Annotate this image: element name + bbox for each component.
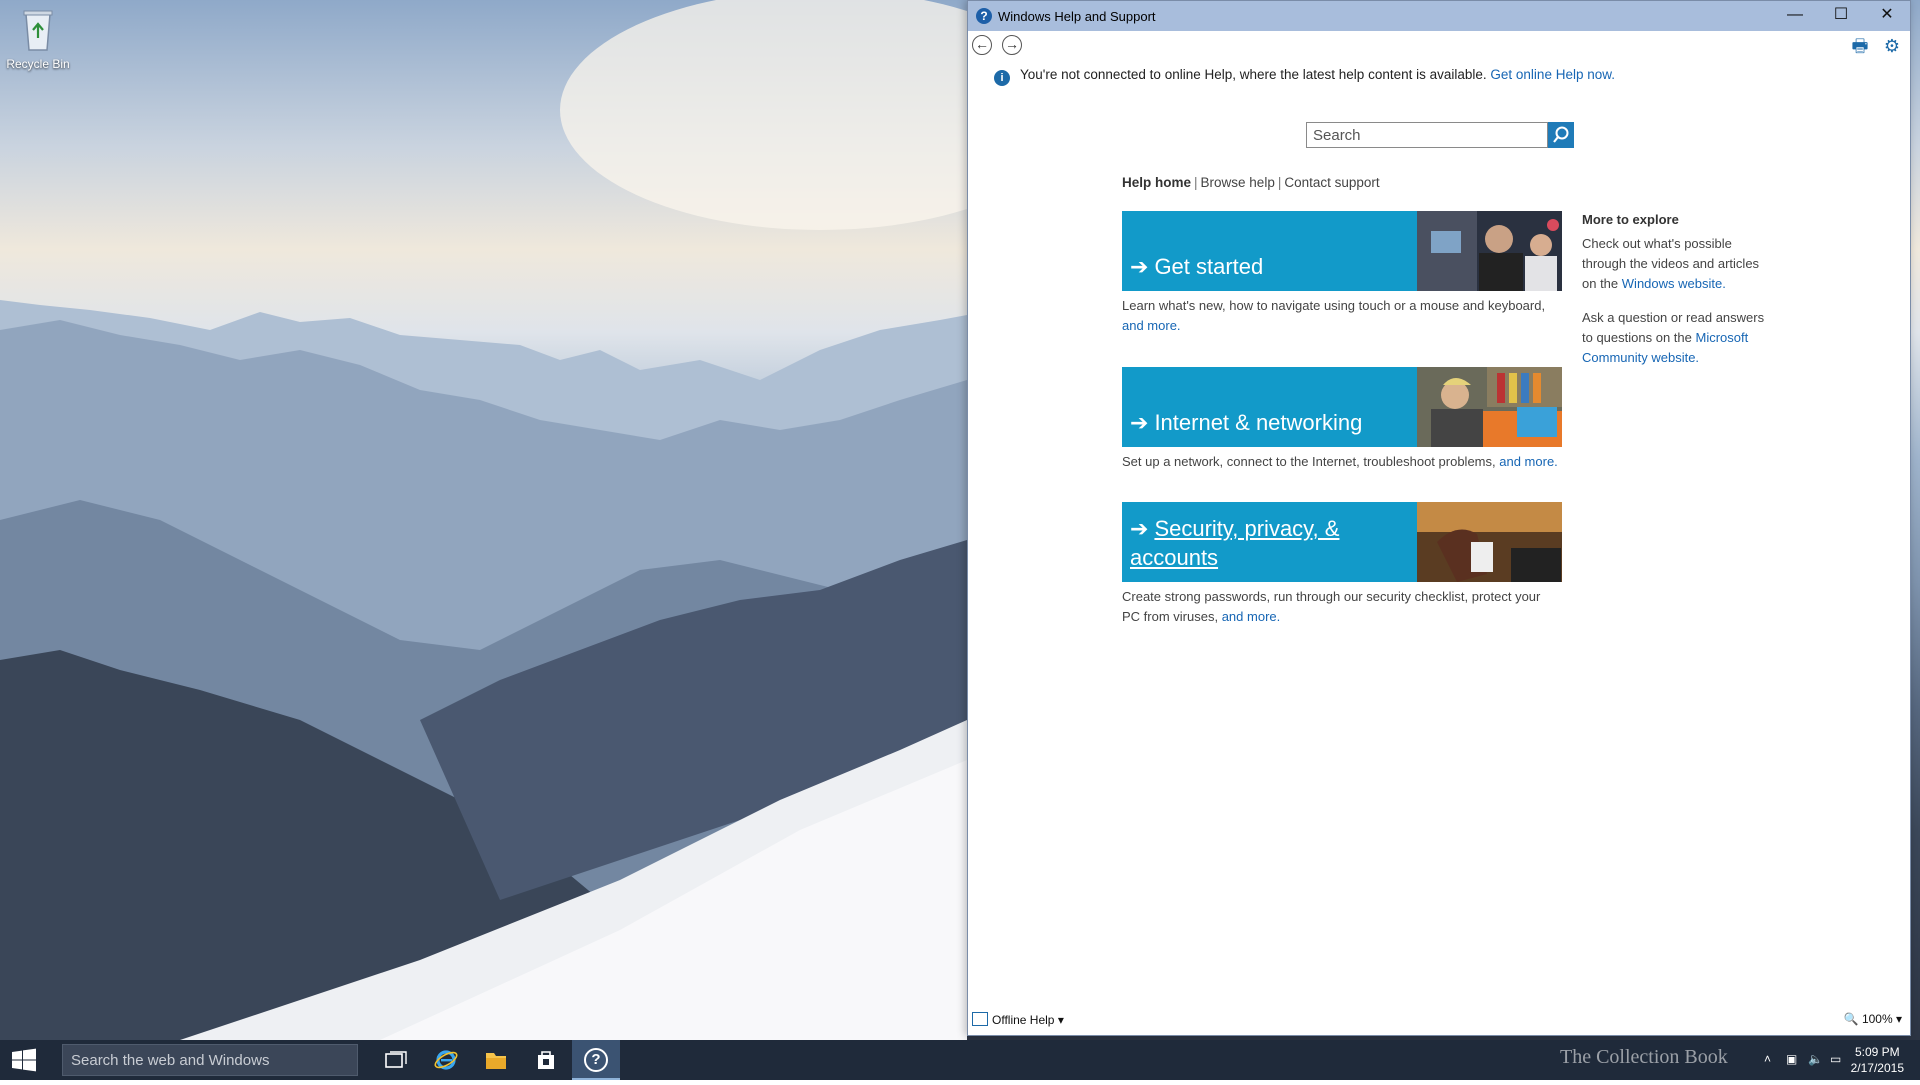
recycle-bin-icon <box>23 10 53 51</box>
help-app-icon: ? <box>976 8 992 24</box>
folder-icon <box>486 1052 506 1069</box>
more-to-explore-panel: More to explore Check out what's possibl… <box>1582 210 1772 382</box>
task-view-icon <box>385 1051 407 1068</box>
help-home-link[interactable]: Help home <box>1122 175 1191 190</box>
arrow-icon: ➔ <box>1130 410 1149 435</box>
explore-heading: More to explore <box>1582 212 1679 227</box>
contact-support-link[interactable]: Contact support <box>1284 175 1379 190</box>
nav-separator: | <box>1277 175 1282 190</box>
mountain-landscape <box>0 0 967 1040</box>
info-icon: i <box>994 70 1010 86</box>
search-button[interactable] <box>1548 122 1574 148</box>
file-explorer-button[interactable] <box>472 1040 520 1080</box>
start-button[interactable] <box>0 1040 48 1080</box>
watermark-text: The Collection Book <box>1560 1046 1728 1068</box>
action-center-icon[interactable]: ▭ <box>1830 1052 1846 1068</box>
clock-date: 2/17/2015 <box>1850 1061 1904 1075</box>
explore-windows-paragraph: Check out what's possible through the vi… <box>1582 236 1760 291</box>
search-icon <box>1553 126 1569 143</box>
nav-separator: | <box>1194 175 1198 190</box>
clock[interactable]: 5:09 PM 2/17/2015 <box>1851 1044 1904 1076</box>
internet-networking-description: Set up a network, connect to the Interne… <box>1122 454 1558 469</box>
get-started-more-link[interactable]: and more. <box>1122 318 1181 333</box>
network-icon[interactable]: ▣ <box>1786 1052 1802 1068</box>
security-privacy-photo <box>1417 502 1562 582</box>
gear-icon[interactable]: ⚙ <box>1882 36 1902 56</box>
close-button[interactable]: ✕ <box>1864 1 1910 31</box>
search-input[interactable] <box>1306 122 1548 148</box>
offline-help-dropdown[interactable]: Offline Help ▾ <box>972 1012 1064 1027</box>
show-hidden-icons-icon[interactable]: ˄ <box>1764 1052 1780 1068</box>
get-started-tile[interactable]: ➔ Get started <box>1122 211 1562 291</box>
internet-explorer-icon <box>434 1050 458 1070</box>
store-button[interactable] <box>522 1040 570 1080</box>
tile-label: ➔ Security, privacy, & accounts <box>1130 516 1340 570</box>
info-message: You're not connected to online Help, whe… <box>1020 67 1487 82</box>
tile-label: ➔ Get started <box>1130 254 1264 279</box>
title-bar[interactable]: ? Windows Help and Support — ☐ ✕ <box>968 1 1910 31</box>
maximize-button[interactable]: ☐ <box>1818 1 1864 31</box>
get-started-photo <box>1417 211 1562 291</box>
task-view-button[interactable] <box>372 1040 420 1080</box>
back-arrow-icon[interactable]: ← <box>972 35 992 55</box>
zoom-dropdown[interactable]: 🔍 100% ▾ <box>1844 1012 1902 1026</box>
internet-networking-tile[interactable]: ➔ Internet & networking <box>1122 367 1562 447</box>
volume-icon[interactable]: 🔈 <box>1808 1052 1824 1068</box>
offline-info-bar: i You're not connected to online Help, wh… <box>994 67 1615 86</box>
window-title: Windows Help and Support <box>998 9 1156 24</box>
recycle-bin-label: Recycle Bin <box>6 57 70 71</box>
get-started-description: Learn what's new, how to navigate using … <box>1122 298 1546 333</box>
help-and-support-window: ? Windows Help and Support — ☐ ✕ ← → 🖶 ⚙… <box>967 0 1911 1036</box>
security-privacy-more-link[interactable]: and more. <box>1222 609 1281 624</box>
help-toolbar: ← → 🖶 ⚙ <box>968 31 1910 61</box>
browse-help-link[interactable]: Browse help <box>1201 175 1275 190</box>
print-icon[interactable]: 🖶 <box>1850 36 1870 56</box>
offline-help-icon <box>972 1012 988 1026</box>
store-icon <box>538 1050 554 1069</box>
windows-website-link[interactable]: Windows website. <box>1622 276 1726 291</box>
arrow-icon: ➔ <box>1130 254 1149 279</box>
minimize-button[interactable]: — <box>1772 1 1818 31</box>
status-bar: Offline Help ▾ 🔍 100% ▾ <box>968 1005 1910 1035</box>
internet-networking-photo <box>1417 367 1562 447</box>
recycle-bin-shortcut[interactable]: Recycle Bin <box>4 6 72 71</box>
get-online-help-link[interactable]: Get online Help now. <box>1490 67 1615 82</box>
windows-logo-icon <box>12 1048 36 1072</box>
help-taskbar-button[interactable]: ? <box>572 1040 620 1080</box>
forward-arrow-icon[interactable]: → <box>1002 35 1022 55</box>
security-privacy-tile[interactable]: ➔ Security, privacy, & accounts <box>1122 502 1562 582</box>
explore-community-paragraph: Ask a question or read answers to questi… <box>1582 310 1765 365</box>
internet-networking-more-link[interactable]: and more. <box>1499 454 1558 469</box>
system-tray: The Collection Book ˄ ▣ 🔈 ▭ 5:09 PM 2/17… <box>1560 1040 1920 1080</box>
taskbar: ? The Collection Book ˄ ▣ 🔈 ▭ 5:09 PM 2/… <box>0 1040 1920 1080</box>
clock-time: 5:09 PM <box>1854 1045 1900 1059</box>
taskbar-search-input[interactable] <box>62 1044 358 1076</box>
help-icon: ? <box>584 1047 608 1072</box>
security-privacy-description: Create strong passwords, run through our… <box>1122 589 1541 624</box>
internet-explorer-button[interactable] <box>422 1040 470 1080</box>
zoom-icon: 🔍 <box>1843 1012 1859 1026</box>
tile-label: ➔ Internet & networking <box>1130 410 1363 435</box>
arrow-icon: ➔ <box>1130 516 1149 541</box>
help-breadcrumb: Help home | Browse help | Contact support <box>1122 175 1380 190</box>
